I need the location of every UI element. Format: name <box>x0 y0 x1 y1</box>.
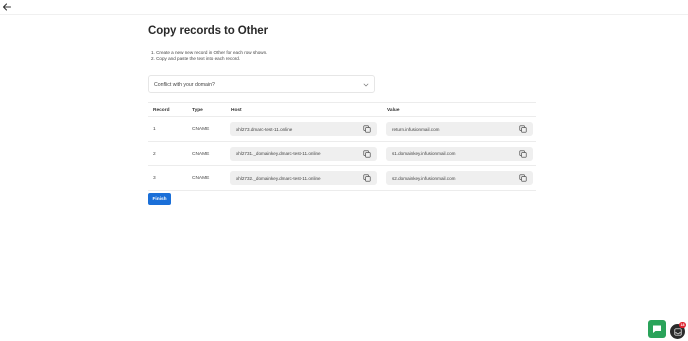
record-type: CNAME <box>192 176 210 181</box>
domain-conflict-accordion[interactable]: Conflict with your domain? <box>148 75 375 93</box>
value-text: return.infusionmail.com <box>392 126 440 132</box>
back-button[interactable] <box>2 2 12 12</box>
copy-icon <box>519 150 527 157</box>
record-type: CNAME <box>192 151 210 157</box>
copy-host-button[interactable] <box>363 174 371 182</box>
finish-button[interactable]: Finish <box>148 193 171 205</box>
arrow-left-icon <box>2 3 12 11</box>
host-value: xhl273.dmarc-test-11.online <box>236 126 293 132</box>
column-header-record: Record <box>153 108 170 113</box>
records-table: Record Type Host Value 1 CNAME xhl273.dm… <box>148 102 536 191</box>
page-title: Copy records to Other <box>148 25 268 37</box>
copy-icon <box>363 125 371 133</box>
host-field: xhl273.dmarc-test-11.online <box>230 122 377 136</box>
table-row: 3 CNAME xhl2732._domainkey.dmarc-test-11… <box>148 166 536 191</box>
instruction-item: 2. Copy and paste the text into each rec… <box>151 56 241 61</box>
copy-icon <box>519 125 527 133</box>
chat-button[interactable] <box>648 320 666 338</box>
copy-host-button[interactable] <box>363 150 371 158</box>
notification-badge: 18 <box>679 322 686 328</box>
copy-icon <box>363 174 371 182</box>
table-row: 2 CNAME xhl2731._domainkey.dmarc-test-11… <box>148 142 536 166</box>
inbox-icon <box>673 327 682 336</box>
copy-icon <box>363 150 371 157</box>
value-field: s1.domainkey.infusionmail.com <box>386 146 533 161</box>
chevron-down-icon <box>363 82 369 88</box>
value-field: return.infusionmail.com <box>386 122 533 136</box>
copy-host-button[interactable] <box>363 125 371 133</box>
host-value: xhl2732._domainkey.dmarc-test-11.online <box>236 175 321 181</box>
host-field: xhl2731._domainkey.dmarc-test-11.online <box>230 146 377 161</box>
column-header-host: Host <box>231 108 242 113</box>
copy-icon <box>519 174 527 182</box>
value-field: s2.domainkey.infusionmail.com <box>386 171 533 185</box>
copy-value-button[interactable] <box>519 174 527 182</box>
chat-icon <box>653 325 661 333</box>
value-text: s2.domainkey.infusionmail.com <box>392 175 456 181</box>
host-field: xhl2732._domainkey.dmarc-test-11.online <box>230 171 377 185</box>
table-header: Record Type Host Value <box>148 102 536 117</box>
record-number: 3 <box>153 176 156 181</box>
record-type: CNAME <box>192 127 210 132</box>
copy-value-button[interactable] <box>519 150 527 158</box>
record-number: 2 <box>153 151 156 157</box>
table-row: 1 CNAME xhl273.dmarc-test-11.online retu… <box>148 117 536 142</box>
column-header-type: Type <box>192 108 203 113</box>
instructions-list: 1. Create a new new record in Other for … <box>151 50 267 62</box>
column-header-value: Value <box>387 108 400 113</box>
accordion-label: Conflict with your domain? <box>154 82 215 88</box>
copy-value-button[interactable] <box>519 125 527 133</box>
value-text: s1.domainkey.infusionmail.com <box>392 151 456 156</box>
top-bar <box>0 0 688 15</box>
host-value: xhl2731._domainkey.dmarc-test-11.online <box>236 151 321 156</box>
record-number: 1 <box>153 127 156 132</box>
